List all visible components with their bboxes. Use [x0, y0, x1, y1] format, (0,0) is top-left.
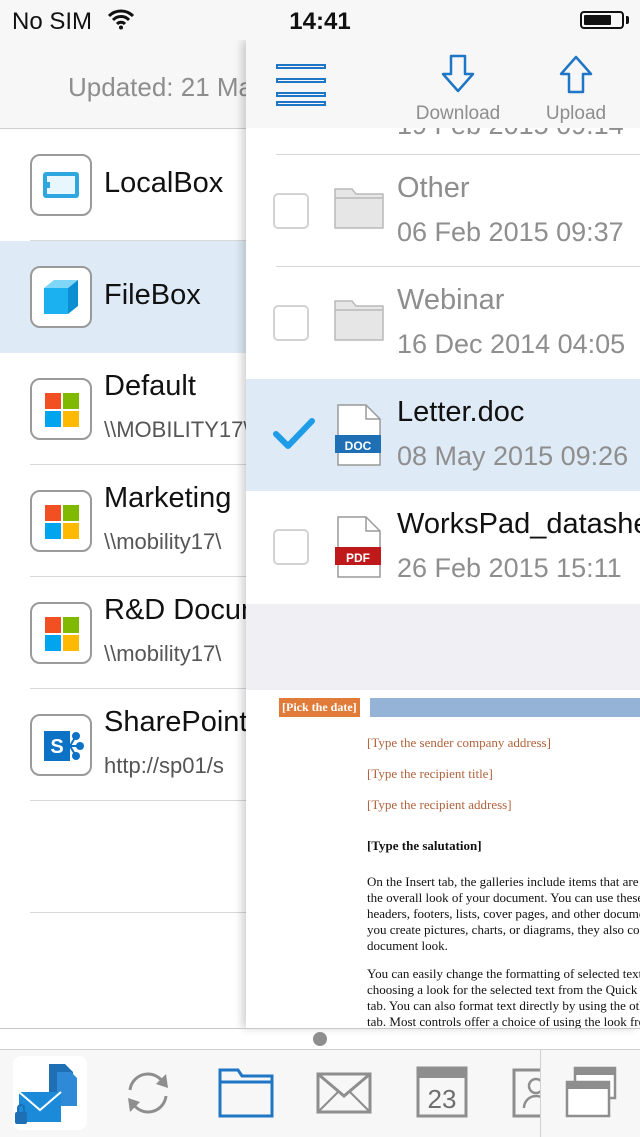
file-row-webinar[interactable]: Webinar 16 Dec 2014 04:05: [246, 267, 640, 379]
upload-arrow-icon: [559, 55, 593, 94]
localbox-icon: [30, 154, 92, 216]
preview-para2-line: You can easily change the formatting of …: [367, 966, 640, 981]
storage-item-title: SharePoint: [104, 706, 248, 738]
download-button[interactable]: Download: [412, 54, 504, 125]
preview-para1-line: headers, footers, lists, cover pages, an…: [367, 906, 640, 921]
storage-item-title: R&D Documents: [104, 594, 248, 626]
storage-item-filebox[interactable]: FileBox: [0, 241, 248, 353]
storage-item-title: FileBox: [104, 279, 201, 311]
file-name: Letter.doc: [397, 396, 525, 428]
preview-header-band: [246, 604, 640, 690]
sync-icon[interactable]: [122, 1068, 174, 1123]
storage-item-default[interactable]: Default \\MOBILITY17\: [0, 353, 248, 465]
panel-toolbar: Download Upload: [246, 40, 640, 128]
storage-item-marketing[interactable]: Marketing \\mobility17\: [0, 465, 248, 577]
updated-label: Updated: 21 May: [68, 72, 248, 102]
mail-documents-app-icon[interactable]: [13, 1056, 87, 1135]
svg-text:S: S: [50, 736, 63, 758]
file-row-workspad-pdf[interactable]: PDF WorksPad_datasheet.pdf 26 Feb 2015 1…: [246, 491, 640, 603]
file-browser-panel: Download Upload 19 Feb 2015 09:14 Other …: [246, 40, 640, 1028]
doc-badge: DOC: [344, 439, 372, 453]
download-label: Download: [415, 103, 501, 124]
file-date: 08 May 2015 09:26: [397, 441, 629, 471]
battery-tip: [626, 16, 629, 24]
filebox-cube-icon: [30, 266, 92, 328]
storage-item-path: \\mobility17\: [104, 529, 222, 554]
preview-sender-address: [Type the sender company address]: [367, 735, 551, 750]
file-date-partial: 19 Feb 2015 09:14: [397, 128, 624, 141]
preview-para1-line: On the Insert tab, the galleries include…: [367, 874, 640, 889]
file-name: WorksPad_datasheet.pdf: [397, 508, 640, 540]
preview-date-text: [Pick the date]: [282, 700, 357, 714]
row-checkbox[interactable]: [273, 193, 309, 229]
folder-icon[interactable]: [218, 1066, 274, 1123]
upload-label: Upload: [545, 103, 607, 124]
file-date: 26 Feb 2015 15:11: [397, 553, 622, 583]
download-arrow-icon: [441, 54, 475, 93]
preview-para1-line: you create pictures, charts, or diagrams…: [367, 922, 640, 937]
preview-header-bar: [370, 698, 640, 717]
file-date: 16 Dec 2014 04:05: [397, 329, 626, 359]
windows-icon: [30, 602, 92, 664]
document-preview[interactable]: [Pick the date] [Type the sender company…: [246, 690, 640, 1028]
windows-icon: [30, 378, 92, 440]
status-bar: No SIM 14:41: [0, 0, 640, 40]
page-indicator-dot[interactable]: [313, 1032, 327, 1046]
preview-salutation: [Type the salutation]: [367, 838, 482, 853]
windows-switcher-icon: [565, 1066, 617, 1118]
divider: [0, 1028, 640, 1029]
preview-para1-line: the overall look of your document. You c…: [367, 890, 640, 905]
calendar-icon[interactable]: 23: [416, 1064, 468, 1123]
preview-para2-line: tab. Most controls offer a choice of usi…: [367, 1014, 640, 1028]
storage-item-rnd[interactable]: R&D Documents \\mobility17\: [0, 577, 248, 689]
storage-item-path: \\mobility17\: [104, 641, 222, 666]
divider: [30, 912, 248, 913]
file-list: 19 Feb 2015 09:14 Other 06 Feb 2015 09:3…: [246, 128, 640, 605]
doc-file-icon: [335, 404, 381, 466]
folder-icon: [334, 300, 384, 341]
left-header: Updated: 21 May: [0, 40, 248, 129]
row-checkbox[interactable]: [273, 529, 309, 565]
pdf-file-icon: [335, 516, 381, 578]
menu-icon[interactable]: [276, 64, 326, 106]
file-date: 06 Feb 2015 09:37: [397, 217, 624, 247]
clock: 14:41: [289, 8, 351, 35]
calendar-day: 23: [427, 1084, 457, 1114]
pdf-badge: PDF: [346, 551, 370, 565]
empty-row: [0, 801, 248, 913]
storage-item-path: http://sp01/s: [104, 753, 224, 778]
file-row-other[interactable]: Other 06 Feb 2015 09:37: [246, 155, 640, 267]
upload-button[interactable]: Upload: [534, 54, 618, 125]
battery-icon: [580, 11, 624, 29]
preview-date-tag: [Pick the date]: [279, 698, 360, 717]
file-row-letter-doc[interactable]: DOC Letter.doc 08 May 2015 09:26: [246, 379, 640, 491]
mail-icon[interactable]: [316, 1072, 372, 1119]
storage-item-title: Marketing: [104, 482, 232, 514]
storage-item-path: \\MOBILITY17\: [104, 417, 248, 442]
file-name: Webinar: [397, 284, 505, 316]
contacts-icon[interactable]: [512, 1068, 540, 1118]
folder-icon: [334, 188, 384, 229]
sharepoint-icon: S: [30, 714, 92, 776]
storage-item-sharepoint[interactable]: S SharePoint http://sp01/s: [0, 689, 248, 801]
preview-para1-line: document look.: [367, 938, 448, 953]
storage-item-title: Default: [104, 370, 196, 402]
storage-item-localbox[interactable]: LocalBox: [0, 129, 248, 241]
preview-para2-line: tab. You can also format text directly b…: [367, 998, 640, 1013]
storage-item-title: LocalBox: [104, 167, 224, 199]
preview-recipient-address: [Type the recipient address]: [367, 797, 512, 812]
file-name: Other: [397, 172, 470, 204]
storage-list: LocalBox FileBox Default \\MOBILITY17\ M…: [0, 129, 248, 1029]
bottom-dock: 23: [0, 1049, 640, 1137]
checkmark-icon[interactable]: [272, 417, 316, 451]
preview-recipient-title: [Type the recipient title]: [367, 766, 493, 781]
windows-icon: [30, 490, 92, 552]
preview-para2-line: choosing a look for the selected text fr…: [367, 982, 640, 997]
window-switcher-area[interactable]: [540, 1050, 640, 1137]
row-checkbox[interactable]: [273, 305, 309, 341]
